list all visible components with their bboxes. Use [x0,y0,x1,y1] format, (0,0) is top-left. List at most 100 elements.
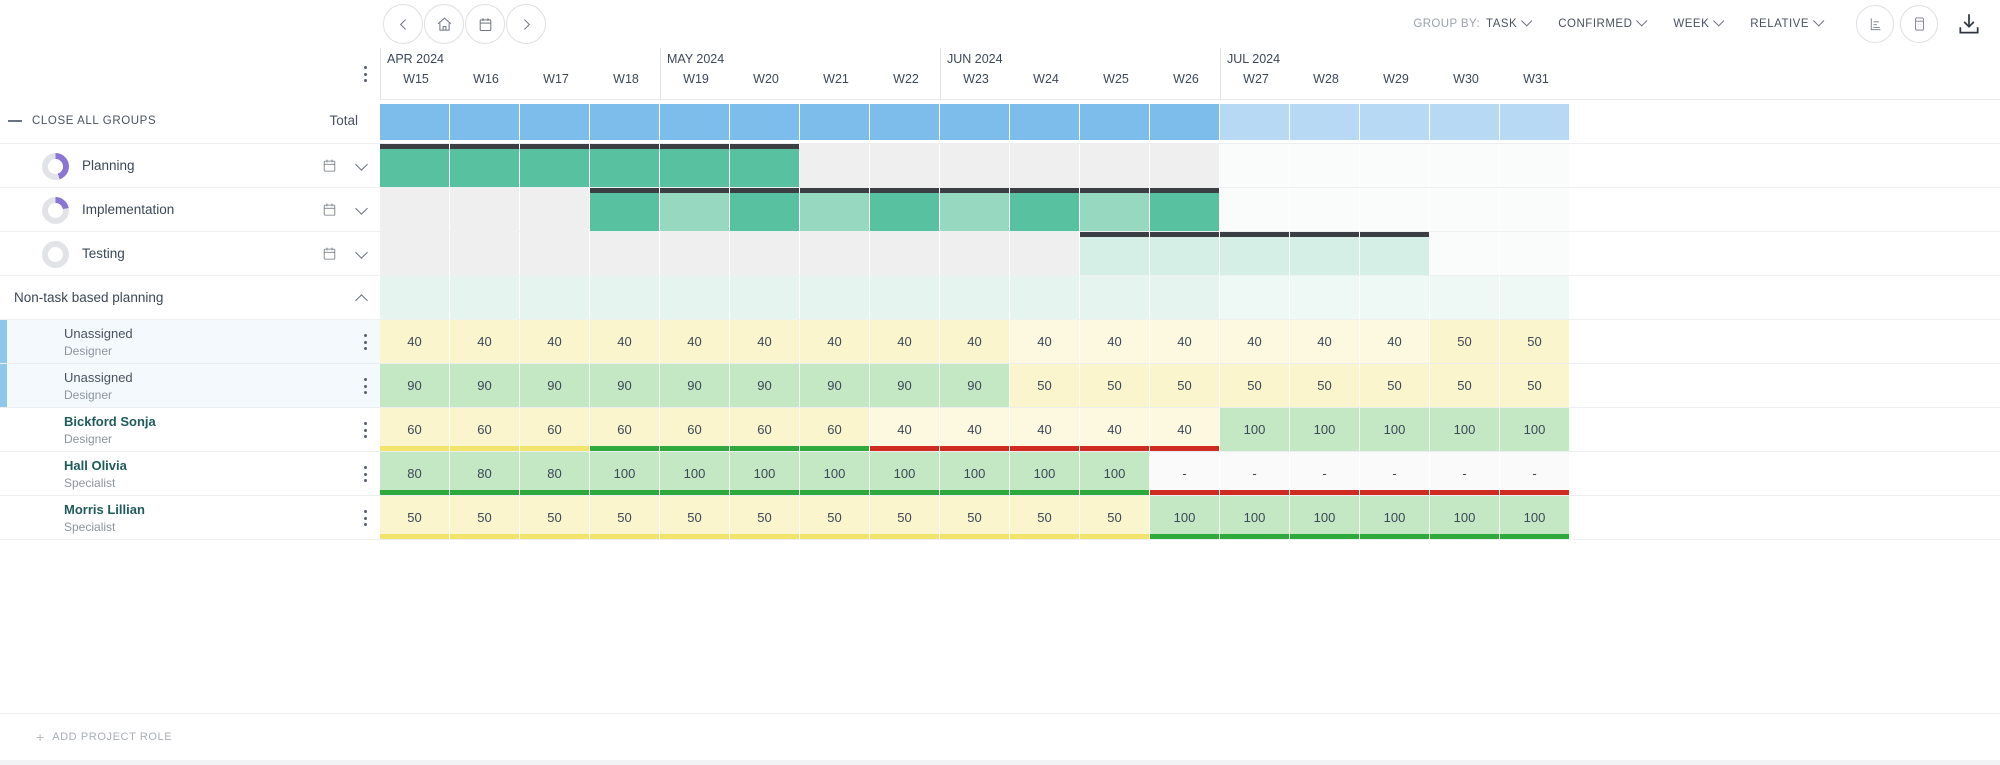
filter-relative[interactable]: RELATIVE [1750,15,1825,30]
gantt-empty-cell[interactable] [1360,188,1430,231]
capacity-cell[interactable]: 90 [380,364,450,407]
gantt-empty-cell[interactable] [1010,144,1080,187]
capacity-cell[interactable]: 40 [520,320,590,363]
capacity-cell[interactable]: 100 [1290,408,1360,451]
capacity-cell[interactable]: 100 [1220,496,1290,539]
gantt-empty-cell[interactable] [1500,144,1570,187]
capacity-cell[interactable]: 80 [380,452,450,495]
gantt-empty-cell[interactable] [800,144,870,187]
capacity-cell[interactable]: 40 [1360,320,1430,363]
resource-name-label[interactable]: Unassigned [64,326,133,341]
filter-week[interactable]: WEEK [1673,15,1725,30]
capacity-cell[interactable]: 40 [940,320,1010,363]
capacity-cell[interactable]: 40 [660,320,730,363]
capacity-cell[interactable]: - [1150,452,1220,495]
gantt-empty-cell[interactable] [1150,144,1220,187]
gantt-bar-segment[interactable] [1150,188,1220,231]
capacity-cell[interactable]: 90 [450,364,520,407]
gantt-bar-segment[interactable] [800,188,870,231]
capacity-cell[interactable]: 40 [1290,320,1360,363]
capacity-cell[interactable]: - [1360,452,1430,495]
gantt-empty-cell[interactable] [590,232,660,275]
chevron-down-icon[interactable] [355,202,370,215]
calendar-icon[interactable] [322,158,337,178]
gantt-empty-cell[interactable] [1500,232,1570,275]
capacity-cell[interactable]: 60 [660,408,730,451]
chevron-up-icon[interactable] [355,292,370,307]
filter-task[interactable]: TASK [1486,15,1533,30]
capacity-cell[interactable]: 60 [800,408,870,451]
total-cell[interactable] [1220,104,1290,140]
capacity-cell[interactable]: 50 [800,496,870,539]
capacity-cell[interactable]: 50 [730,496,800,539]
capacity-cell[interactable]: 50 [520,496,590,539]
capacity-cell[interactable]: 50 [870,496,940,539]
total-cell[interactable] [590,104,660,140]
capacity-cell[interactable]: 100 [1080,452,1150,495]
capacity-cell[interactable]: - [1220,452,1290,495]
gantt-empty-cell[interactable] [1430,188,1500,231]
capacity-cell[interactable]: 80 [520,452,590,495]
capacity-cell[interactable]: 100 [590,452,660,495]
capacity-cell[interactable]: 60 [520,408,590,451]
gantt-bar-segment[interactable] [730,188,800,231]
gantt-empty-cell[interactable] [1290,144,1360,187]
bottom-scroll-track[interactable] [0,760,2000,765]
capacity-cell[interactable]: 100 [800,452,870,495]
capacity-cell[interactable]: 90 [940,364,1010,407]
gantt-empty-cell[interactable] [450,188,520,231]
chart-view-icon[interactable] [1856,5,1894,43]
total-cell[interactable] [1500,104,1570,140]
gantt-bar-segment[interactable] [940,188,1010,231]
capacity-cell[interactable]: 40 [940,408,1010,451]
gantt-empty-cell[interactable] [800,232,870,275]
capacity-cell[interactable]: 50 [1010,364,1080,407]
gantt-empty-cell[interactable] [1430,232,1500,275]
download-icon[interactable] [1956,11,1982,37]
capacity-cell[interactable]: 50 [660,496,730,539]
capacity-cell[interactable]: 60 [450,408,520,451]
gantt-bar-segment[interactable] [1010,188,1080,231]
gantt-bar-segment[interactable] [520,144,590,187]
capacity-cell[interactable]: 40 [1220,320,1290,363]
group-name-label[interactable]: Implementation [82,202,174,217]
capacity-cell[interactable]: 50 [1500,320,1570,363]
capacity-cell[interactable]: 100 [730,452,800,495]
gantt-bar-segment[interactable] [1150,232,1220,275]
row-options-kebab-icon[interactable] [357,416,373,444]
capacity-cell[interactable]: 100 [1290,496,1360,539]
capacity-cell[interactable]: 50 [1080,364,1150,407]
capacity-cell[interactable]: 90 [800,364,870,407]
capacity-cell[interactable]: 100 [660,452,730,495]
calendar-icon[interactable] [465,4,505,44]
capacity-cell[interactable]: 50 [1430,364,1500,407]
gantt-empty-cell[interactable] [870,232,940,275]
total-cell[interactable] [380,104,450,140]
capacity-cell[interactable]: 50 [380,496,450,539]
capacity-cell[interactable]: 100 [870,452,940,495]
capacity-cell[interactable]: - [1500,452,1570,495]
gantt-empty-cell[interactable] [380,188,450,231]
row-options-kebab-icon[interactable] [357,504,373,532]
capacity-cell[interactable]: - [1430,452,1500,495]
capacity-cell[interactable]: 40 [450,320,520,363]
capacity-cell[interactable]: 50 [1500,364,1570,407]
home-icon[interactable] [424,4,464,44]
chevron-down-icon[interactable] [355,246,370,259]
gantt-empty-cell[interactable] [940,144,1010,187]
gantt-empty-cell[interactable] [1220,188,1290,231]
capacity-cell[interactable]: 40 [1010,320,1080,363]
capacity-cell[interactable]: 60 [730,408,800,451]
capacity-cell[interactable]: 90 [520,364,590,407]
capacity-cell[interactable]: 100 [1430,496,1500,539]
capacity-cell[interactable]: 40 [590,320,660,363]
gantt-empty-cell[interactable] [1290,188,1360,231]
gantt-empty-cell[interactable] [730,232,800,275]
capacity-cell[interactable]: 100 [1360,496,1430,539]
filter-confirmed[interactable]: CONFIRMED [1558,15,1648,30]
capacity-cell[interactable]: 100 [1150,496,1220,539]
resource-name-label[interactable]: Bickford Sonja [64,414,156,429]
capacity-cell[interactable]: 40 [1080,408,1150,451]
gantt-bar-segment[interactable] [870,188,940,231]
gantt-empty-cell[interactable] [520,188,590,231]
